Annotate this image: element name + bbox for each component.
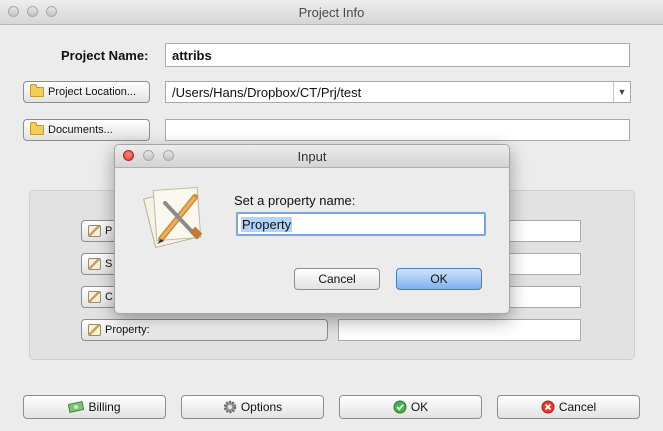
cancel-button[interactable]: Cancel xyxy=(497,395,640,419)
cancel-circle-icon xyxy=(541,400,555,414)
dialog-ok-button[interactable]: OK xyxy=(396,268,482,290)
dialog-cancel-button[interactable]: Cancel xyxy=(294,268,380,290)
folder-add-icon xyxy=(30,122,44,135)
folder-icon xyxy=(30,84,44,97)
project-location-value: /Users/Hans/Dropbox/CT/Prj/test xyxy=(172,85,362,100)
money-icon xyxy=(68,401,85,413)
dialog-ok-label: OK xyxy=(430,272,448,286)
project-location-button-label: Project Location... xyxy=(48,86,137,98)
project-name-label: Project Name: xyxy=(61,48,149,63)
property-button-1-label: P xyxy=(105,225,113,237)
property-input-4[interactable] xyxy=(338,319,581,341)
cancel-button-label: Cancel xyxy=(558,400,597,414)
dialog-title-bar: Input xyxy=(115,145,509,168)
property-name-input[interactable]: Property xyxy=(236,212,486,236)
property-name-value: Property xyxy=(241,217,293,232)
project-info-window: Project Info Project Name: attribs Proje… xyxy=(0,0,663,431)
input-dialog: Input Set a property name: Property Canc… xyxy=(114,144,510,314)
ok-button[interactable]: OK xyxy=(339,395,482,419)
edit-icon xyxy=(88,258,101,270)
gear-icon xyxy=(223,400,237,414)
documents-button[interactable]: Documents... xyxy=(23,119,150,141)
dialog-prompt: Set a property name: xyxy=(234,193,356,208)
documents-button-label: Documents... xyxy=(48,124,113,136)
check-circle-icon xyxy=(393,400,407,414)
chevron-down-icon[interactable]: ▼ xyxy=(613,82,630,102)
documents-input[interactable] xyxy=(165,119,630,141)
ok-button-label: OK xyxy=(410,400,429,414)
dialog-cancel-label: Cancel xyxy=(318,272,356,286)
project-location-button[interactable]: Project Location... xyxy=(23,81,150,103)
title-bar: Project Info xyxy=(0,0,663,25)
options-button-label: Options xyxy=(240,400,283,414)
edit-icon xyxy=(88,324,101,336)
billing-button[interactable]: Billing xyxy=(23,395,166,419)
options-button[interactable]: Options xyxy=(181,395,324,419)
billing-button-label: Billing xyxy=(88,400,121,414)
dialog-title: Input xyxy=(297,149,327,164)
property-button-2-label: S xyxy=(105,258,113,270)
edit-icon xyxy=(88,291,101,303)
edit-icon xyxy=(88,225,101,237)
property-button-4-label: Property: xyxy=(105,324,150,336)
window-title: Project Info xyxy=(298,5,365,20)
property-button-4[interactable]: Property: xyxy=(81,319,328,341)
script-editor-icon xyxy=(142,186,203,249)
project-name-input[interactable]: attribs xyxy=(165,43,630,67)
property-button-3-label: C xyxy=(105,291,113,303)
project-location-combo[interactable]: /Users/Hans/Dropbox/CT/Prj/test ▼ xyxy=(165,81,631,103)
